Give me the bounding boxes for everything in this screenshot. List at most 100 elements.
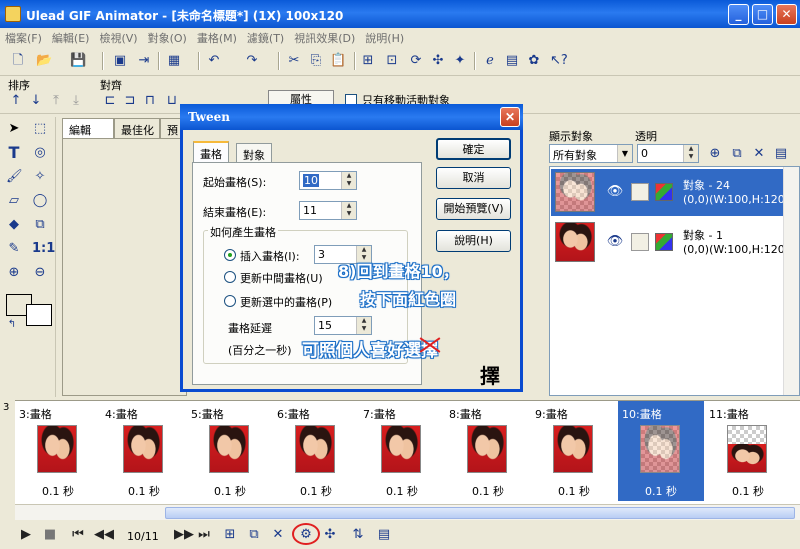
magic-wand-icon[interactable]: ✧: [32, 169, 48, 185]
spinner-arrows-icon[interactable]: ▲ ▼: [341, 202, 356, 219]
optimize-icon[interactable]: ▤: [504, 53, 520, 69]
add-frame-icon[interactable]: ⊞: [222, 527, 238, 543]
duplicate-frame-icon[interactable]: ⧉: [246, 527, 262, 543]
preview-button[interactable]: 開始預覽(V): [436, 198, 511, 220]
chevron-down-icon[interactable]: ▼: [617, 145, 632, 162]
move-bottom-icon[interactable]: ⤓: [68, 93, 84, 109]
maximize-button[interactable]: □: [752, 4, 773, 25]
menu-object[interactable]: 對象(O): [143, 28, 192, 46]
send-back-icon[interactable]: ↓: [28, 93, 44, 109]
lock-checkbox[interactable]: [631, 183, 649, 201]
end-frame-spinner[interactable]: 11 ▲ ▼: [299, 201, 357, 220]
redo-icon[interactable]: ↷: [244, 53, 260, 69]
menu-edit[interactable]: 編輯(E): [47, 28, 95, 46]
tab-optimize[interactable]: 最佳化: [114, 118, 160, 138]
frame-item-selected[interactable]: 10:畫格 0.1 秒: [618, 401, 704, 501]
align-top-icon[interactable]: ⊓: [142, 93, 158, 109]
frame-item[interactable]: 7:畫格 0.1 秒: [359, 401, 445, 501]
browser-preview-icon[interactable]: ℯ: [482, 53, 498, 69]
frame-item[interactable]: 9:畫格 0.1 秒: [531, 401, 617, 501]
lock-checkbox[interactable]: [631, 233, 649, 251]
edit-canvas[interactable]: [62, 138, 187, 396]
tab-edit[interactable]: 編輯: [62, 118, 114, 138]
zoom-in-icon[interactable]: ⊕: [6, 265, 22, 281]
play-icon[interactable]: ▶: [18, 527, 34, 543]
align-bottom-icon[interactable]: ⊔: [164, 93, 180, 109]
copy-icon[interactable]: ⎘: [308, 53, 324, 69]
cancel-button[interactable]: 取消: [436, 167, 511, 189]
menu-frame[interactable]: 畫格(M): [192, 28, 242, 46]
tab-object[interactable]: 對象: [236, 143, 272, 163]
save-icon[interactable]: 💾: [70, 53, 86, 69]
paste-icon[interactable]: 📋: [330, 53, 346, 69]
close-icon[interactable]: ✕: [500, 107, 520, 127]
menu-help[interactable]: 說明(H): [360, 28, 409, 46]
delete-object-icon[interactable]: ✕: [751, 146, 767, 162]
menu-file[interactable]: 檔案(F): [0, 28, 47, 46]
update-selected-radio[interactable]: [224, 295, 236, 307]
minimize-button[interactable]: _: [728, 4, 749, 25]
transform-icon[interactable]: ✣: [430, 53, 446, 69]
ellipse-tool-icon[interactable]: ◯: [32, 193, 48, 209]
help-pointer-icon[interactable]: ↖?: [550, 53, 568, 69]
clone-tool-icon[interactable]: ⧉: [32, 217, 48, 233]
duplicate-object-icon[interactable]: ⧉: [729, 146, 745, 162]
plugin-icon[interactable]: ✿: [526, 53, 542, 69]
frame-item[interactable]: 8:畫格 0.1 秒: [445, 401, 531, 501]
align-center-icon[interactable]: ⊐: [122, 93, 138, 109]
actual-size-icon[interactable]: 1:1: [32, 241, 55, 257]
frame-item[interactable]: 5:畫格 0.1 秒: [187, 401, 273, 501]
frame-item[interactable]: 3:畫格 0.1 秒: [15, 401, 101, 501]
last-frame-icon[interactable]: ⏭: [196, 527, 212, 543]
align-left-icon[interactable]: ⊏: [102, 93, 118, 109]
frame-properties-icon[interactable]: ▤: [376, 527, 392, 543]
spinner-arrows-icon[interactable]: ▲ ▼: [341, 172, 356, 189]
help-button[interactable]: 說明(H): [436, 230, 511, 252]
delete-frame-icon[interactable]: ✕: [270, 527, 286, 543]
reverse-frames-icon[interactable]: ⇅: [350, 527, 366, 543]
close-button[interactable]: ✕: [776, 4, 797, 25]
object-list-scrollbar[interactable]: [783, 167, 799, 395]
resize-icon[interactable]: ⊡: [384, 53, 400, 69]
object-row[interactable]: 👁 對象 - 1 (0,0)(W:100,H:120): [551, 219, 798, 266]
bring-front-icon[interactable]: ↑: [8, 93, 24, 109]
start-frame-spinner[interactable]: 10 ▲ ▼: [299, 171, 357, 190]
undo-icon[interactable]: ↶: [206, 53, 222, 69]
frame-item[interactable]: 11:畫格 0.1 秒: [705, 401, 791, 501]
update-middle-radio[interactable]: [224, 271, 236, 283]
new-object-icon[interactable]: ⊕: [707, 146, 723, 162]
rotate-icon[interactable]: ⟳: [408, 53, 424, 69]
next-frame-icon[interactable]: ▶▶: [174, 527, 194, 543]
tab-frame[interactable]: 畫格: [193, 141, 229, 163]
open-folder-icon[interactable]: 📂: [36, 53, 52, 69]
eraser-tool-icon[interactable]: ▱: [6, 193, 22, 209]
object-filter-select[interactable]: 所有對象 ▼: [549, 144, 633, 163]
ok-button[interactable]: 確定: [436, 138, 511, 160]
object-row[interactable]: 👁 對象 - 24 (0,0)(W:100,H:120): [551, 169, 798, 216]
text-tool-icon[interactable]: T: [6, 145, 22, 161]
banner-text-icon[interactable]: ✣: [322, 527, 338, 543]
object-properties-icon[interactable]: ▤: [773, 146, 789, 162]
eyedropper-tool-icon[interactable]: ✎: [6, 241, 22, 257]
stop-icon[interactable]: ■: [42, 527, 58, 543]
frame-scrollbar[interactable]: [15, 504, 800, 520]
eye-icon[interactable]: 👁: [605, 184, 625, 200]
frame-delay-spinner[interactable]: 15 ▲ ▼: [314, 316, 372, 335]
pointer-tool-icon[interactable]: ➤: [6, 121, 22, 137]
crop-icon[interactable]: ⊞: [360, 53, 376, 69]
eye-icon[interactable]: 👁: [605, 234, 625, 250]
transparency-spinner[interactable]: 0 ▲ ▼: [637, 144, 699, 163]
marquee-tool-icon[interactable]: ⬚: [32, 121, 48, 137]
frame-item[interactable]: 6:畫格 0.1 秒: [273, 401, 359, 501]
add-image-icon[interactable]: ▣: [112, 53, 128, 69]
swap-colors-icon[interactable]: ↰: [4, 317, 20, 333]
fill-tool-icon[interactable]: ◆: [6, 217, 22, 233]
spinner-arrows-icon[interactable]: ▲ ▼: [356, 317, 371, 334]
lasso-tool-icon[interactable]: ◎: [32, 145, 48, 161]
export-icon[interactable]: ⇥: [136, 53, 152, 69]
first-frame-icon[interactable]: ⏮: [70, 527, 86, 543]
background-color-swatch[interactable]: [26, 304, 52, 326]
move-top-icon[interactable]: ⤒: [48, 93, 64, 109]
color-palette-icon[interactable]: ▦: [166, 53, 182, 69]
menu-view[interactable]: 檢視(V): [94, 28, 142, 46]
